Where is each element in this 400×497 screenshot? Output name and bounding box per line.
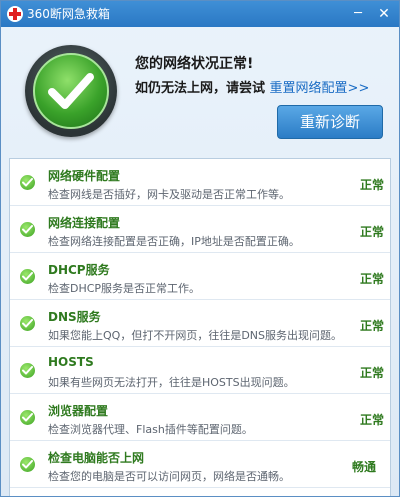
window-title: 360断网急救箱 <box>27 7 110 21</box>
check-state: 正常 <box>360 178 385 192</box>
check-state: 正常 <box>360 413 385 427</box>
check-row[interactable]: 网络硬件配置检查网线是否插好，网卡及驱动是否正常工作等。 正常 <box>10 159 390 206</box>
check-description: 如果有些网页无法打开，往往是HOSTS出现问题。 <box>48 376 295 389</box>
app-window: 360断网急救箱 ─ ✕ 您的网络状况正常! 如仍无法上网，请尝试 重置网络配置… <box>0 0 400 497</box>
check-state: 正常 <box>360 272 385 286</box>
check-circle-icon <box>20 457 35 472</box>
check-circle-icon <box>20 222 35 237</box>
app-logo-icon <box>7 6 23 22</box>
prompt-text: 如仍无法上网，请尝试 <box>135 81 266 96</box>
check-name: DHCP服务 <box>48 263 110 277</box>
check-state: 正常 <box>360 319 385 333</box>
check-name: 检查电脑能否上网 <box>48 451 145 465</box>
check-icon <box>48 73 94 109</box>
check-row[interactable]: DNS服务如果您能上QQ，但打不开网页，往往是DNS服务出现问题。 正常 <box>10 300 390 347</box>
status-prompt: 如仍无法上网，请尝试 重置网络配置>> <box>135 77 369 96</box>
check-description: 检查网线是否插好，网卡及驱动是否正常工作等。 <box>48 188 290 201</box>
check-circle-icon <box>20 410 35 425</box>
status-title: 您的网络状况正常! <box>135 56 254 72</box>
check-circle-icon <box>20 175 35 190</box>
check-description: 检查您的电脑是否可以访问网页，网络是否通畅。 <box>48 470 290 483</box>
check-row[interactable]: DHCP服务检查DHCP服务是否正常工作。 正常 <box>10 253 390 300</box>
check-name: HOSTS <box>48 355 94 369</box>
title-bar[interactable]: 360断网急救箱 ─ ✕ <box>1 1 399 27</box>
check-description: 检查DHCP服务是否正常工作。 <box>48 282 201 295</box>
check-name: 网络硬件配置 <box>48 169 121 183</box>
network-status-badge <box>25 45 117 137</box>
check-description: 如果您能上QQ，但打不开网页，往往是DNS服务出现问题。 <box>48 329 342 342</box>
check-state: 正常 <box>360 225 385 239</box>
check-circle-icon <box>20 269 35 284</box>
check-name: 浏览器配置 <box>48 404 109 418</box>
check-state: 正常 <box>360 366 385 380</box>
check-list: 网络硬件配置 检查网线是否插好，网卡及驱动是否正常工作等。 正常 网络连接配置 检查网络… <box>9 158 391 496</box>
close-button[interactable]: ✕ <box>373 4 395 24</box>
check-description: 检查网络连接配置是否正确，IP地址是否配置正确。 <box>48 235 300 248</box>
check-row[interactable]: 网络连接配置检查网络连接配置是否正确，IP地址是否配置正确。 正常 <box>10 206 390 253</box>
check-row[interactable]: 检查电脑能否上网检查您的电脑是否可以访问网页，网络是否通畅。 畅通 <box>10 441 390 488</box>
rediagnose-button[interactable]: 重新诊断 <box>277 105 383 139</box>
check-circle-icon <box>20 316 35 331</box>
check-description: 检查浏览器代理、Flash插件等配置问题。 <box>48 423 253 436</box>
check-state: 畅通 <box>352 460 377 474</box>
check-name: DNS服务 <box>48 310 101 324</box>
check-circle-icon <box>20 363 35 378</box>
reset-network-config-link[interactable]: 重置网络配置>> <box>270 81 370 96</box>
check-row[interactable]: HOSTS 如果有些网页无法打开，往往是HOSTS出现问题。 正常 <box>10 347 390 394</box>
minimize-button[interactable]: ─ <box>347 4 369 24</box>
check-name: 网络连接配置 <box>48 216 121 230</box>
check-row[interactable]: 浏览器配置检查浏览器代理、Flash插件等配置问题。 正常 <box>10 394 390 441</box>
